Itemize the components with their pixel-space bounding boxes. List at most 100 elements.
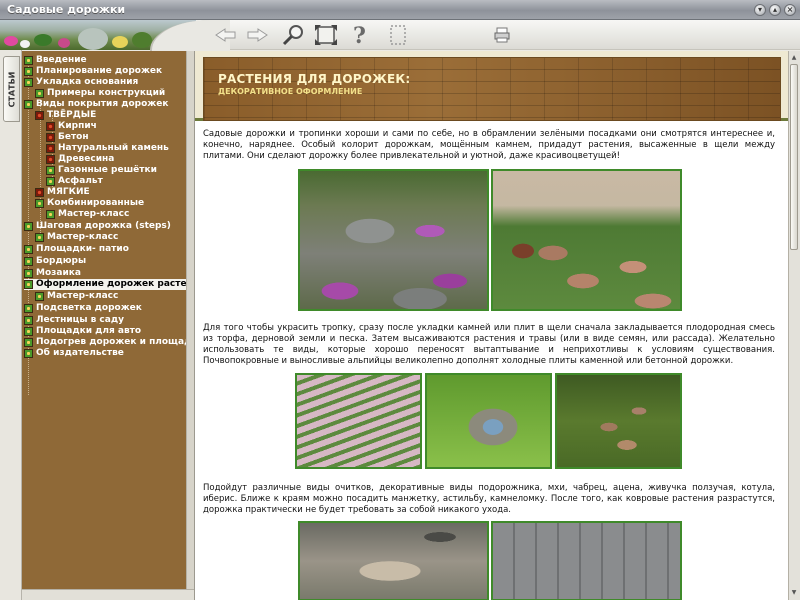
select-frame-button[interactable]: [386, 22, 410, 48]
stone-pattern: РАСТЕНИЯ ДЛЯ ДОРОЖЕК: ДЕКОРАТИВНОЕ ОФОРМ…: [203, 57, 781, 121]
back-button[interactable]: [213, 22, 239, 48]
fit-page-button[interactable]: [312, 22, 340, 48]
sidebar-item[interactable]: Подогрев дорожек и площадок: [24, 337, 186, 348]
leaf-icon: [46, 177, 55, 186]
leaf-icon: [46, 155, 55, 164]
tree-guide: [40, 105, 41, 237]
leaf-icon: [24, 78, 33, 87]
sidebar-item[interactable]: Мозаика: [24, 268, 81, 279]
sidebar-item[interactable]: Мастер-класс: [46, 209, 129, 220]
tab-articles[interactable]: СТАТЬИ: [3, 56, 20, 122]
photo-shade-path: [555, 373, 682, 469]
magnifier-icon: [282, 25, 303, 46]
article-paragraph: Садовые дорожки и тропинки хороши и сами…: [203, 129, 775, 161]
help-button[interactable]: ?: [348, 22, 372, 48]
sidebar-item[interactable]: Газонные решётки: [46, 165, 157, 176]
window-title: Садовые дорожки: [7, 3, 126, 16]
search-button[interactable]: [280, 22, 306, 48]
content-scroll-thumb[interactable]: [790, 64, 798, 250]
sidebar-item[interactable]: МЯГКИЕ: [35, 187, 90, 198]
leaf-icon: [46, 166, 55, 175]
forward-arrow-icon: [247, 28, 268, 42]
leaf-icon: [46, 133, 55, 142]
sidebar-item[interactable]: Введение: [24, 55, 87, 66]
photo-patio-firepit: [298, 521, 489, 600]
minimize-button[interactable]: ▾: [754, 4, 766, 16]
sidebar-item[interactable]: Планирование дорожек: [24, 66, 162, 77]
photo-moss-stones: [425, 373, 552, 469]
leaf-icon: [35, 199, 44, 208]
sidebar-item[interactable]: Площадки- патио: [24, 244, 129, 255]
leaf-icon: [35, 89, 44, 98]
help-icon: ?: [353, 23, 366, 47]
svg-text:?: ?: [353, 23, 366, 47]
photo-steps-thyme: [295, 373, 422, 469]
leaf-icon: [24, 304, 33, 313]
article-banner: РАСТЕНИЯ ДЛЯ ДОРОЖЕК: ДЕКОРАТИВНОЕ ОФОРМ…: [195, 51, 788, 121]
leaf-icon: [46, 144, 55, 153]
scroll-up-icon[interactable]: ▲: [790, 53, 798, 63]
sidebar-item[interactable]: Подсветка дорожек: [24, 303, 142, 314]
leaf-icon: [24, 327, 33, 336]
close-button[interactable]: ×: [784, 4, 796, 16]
leaf-icon: [35, 111, 44, 120]
leaf-icon: [46, 210, 55, 219]
forward-button[interactable]: [244, 22, 270, 48]
tab-articles-label: СТАТЬИ: [7, 71, 16, 107]
photo-flagstone-garden: [491, 169, 682, 311]
select-frame-icon: [390, 25, 406, 45]
sidebar-item[interactable]: Комбинированные: [35, 198, 144, 209]
print-button[interactable]: [492, 22, 512, 48]
sidebar-item[interactable]: Укладка основания: [24, 77, 138, 88]
leaf-icon: [35, 292, 44, 301]
sidebar-item[interactable]: Бордюры: [24, 256, 86, 267]
sidebar-item[interactable]: Кирпич: [46, 121, 97, 132]
sidebar-item[interactable]: Асфальт: [46, 176, 103, 187]
left-tab-strip: [0, 50, 22, 600]
leaf-icon: [24, 338, 33, 347]
leaf-icon: [35, 233, 44, 242]
sidebar-item-selected[interactable]: Оформление дорожек растениями: [24, 279, 186, 290]
article-title: РАСТЕНИЯ ДЛЯ ДОРОЖЕК:: [218, 72, 411, 86]
article-paragraph: Подойдут различные виды очитков, декорат…: [203, 483, 775, 515]
title-bar: Садовые дорожки ▾ ▴ ×: [0, 0, 800, 20]
printer-icon: [494, 27, 510, 43]
leaf-icon: [35, 188, 44, 197]
sidebar-item[interactable]: ТВЁРДЫЕ: [35, 110, 96, 121]
article-frame: РАСТЕНИЯ ДЛЯ ДОРОЖЕК: ДЕКОРАТИВНОЕ ОФОРМ…: [194, 51, 788, 600]
article-paragraph: Для того чтобы украсить тропку, сразу по…: [203, 323, 775, 366]
fit-page-icon: [315, 25, 337, 45]
leaf-icon: [24, 222, 33, 231]
scroll-down-icon[interactable]: ▼: [790, 588, 798, 598]
maximize-button[interactable]: ▴: [769, 4, 781, 16]
leaf-icon: [24, 56, 33, 65]
article-subtitle: ДЕКОРАТИВНОЕ ОФОРМЛЕНИЕ: [218, 87, 363, 96]
sidebar-scrollbar[interactable]: [186, 51, 194, 590]
leaf-icon: [24, 349, 33, 358]
leaf-icon: [46, 122, 55, 131]
leaf-icon: [24, 269, 33, 278]
leaf-icon: [24, 100, 33, 109]
leaf-icon: [24, 67, 33, 76]
leaf-icon: [24, 280, 33, 289]
sidebar-item[interactable]: Площадки для авто: [24, 326, 141, 337]
sidebar-item[interactable]: Об издательстве: [24, 348, 124, 359]
sidebar-tree: Введение Планирование дорожек Укладка ос…: [22, 51, 186, 590]
leaf-icon: [24, 245, 33, 254]
app-window: Садовые дорожки ▾ ▴ × ? СТАТЬИ Введение …: [0, 0, 800, 600]
sidebar-item[interactable]: Шаговая дорожка (steps): [24, 221, 171, 232]
sidebar-item[interactable]: Мастер-класс: [35, 291, 118, 302]
sidebar-item[interactable]: Бетон: [46, 132, 89, 143]
photo-stone-path-flowers: [298, 169, 489, 311]
photo-tile-path: [491, 521, 682, 600]
sidebar-item[interactable]: Лестницы в саду: [24, 315, 124, 326]
leaf-icon: [24, 257, 33, 266]
leaf-icon: [24, 316, 33, 325]
back-arrow-icon: [215, 28, 236, 42]
sidebar-item[interactable]: Мастер-класс: [35, 232, 118, 243]
sidebar-item[interactable]: Древесина: [46, 154, 114, 165]
sidebar-item[interactable]: Виды покрытия дорожек: [24, 99, 168, 110]
sidebar-item[interactable]: Натуральный камень: [46, 143, 169, 154]
sidebar-item[interactable]: Примеры конструкций: [35, 88, 165, 99]
sidebar-bottom-bar: [22, 589, 194, 600]
